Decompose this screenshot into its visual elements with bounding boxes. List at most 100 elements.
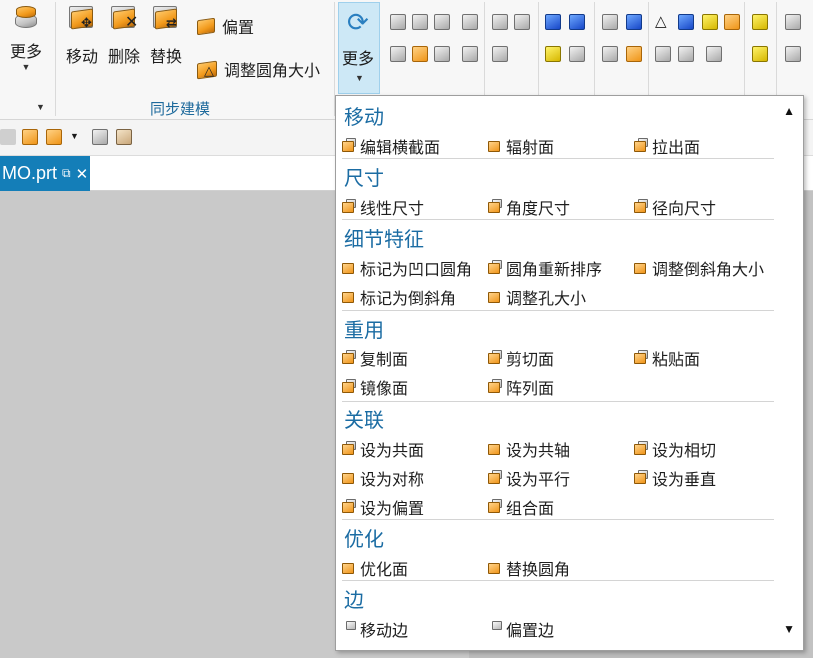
tool-note-icon[interactable]	[655, 46, 671, 62]
tool-arrow-icon[interactable]	[514, 14, 530, 30]
angular-dimension-item[interactable]: 角度尺寸	[487, 195, 570, 219]
tool-dim-icon[interactable]	[785, 46, 801, 62]
paste-face-item[interactable]: 粘贴面	[633, 346, 700, 370]
replace-label: 替换	[150, 49, 183, 66]
category-separator	[342, 580, 774, 581]
replace-face-button[interactable]: ⇄ 替换	[150, 4, 182, 67]
radial-dimension-icon	[633, 199, 649, 215]
tool-part-icon[interactable]	[752, 46, 768, 62]
tool-warning-icon[interactable]	[702, 14, 718, 30]
tool-table-icon[interactable]	[678, 14, 694, 30]
tool-pen-icon[interactable]	[569, 14, 585, 30]
tool-plane-icon[interactable]	[492, 46, 508, 62]
menu-item-label: 剪切面	[506, 352, 555, 369]
category-separator	[342, 519, 774, 520]
optimize-face-icon	[341, 560, 357, 576]
make-offset-item[interactable]: 设为偏置	[341, 495, 424, 519]
optimize-face-item[interactable]: 优化面	[341, 556, 408, 580]
edge-tool-icon[interactable]	[390, 14, 406, 30]
chevron-down-icon[interactable]: ▼	[70, 131, 79, 141]
delete-face-button[interactable]: ✕ 删除	[108, 4, 140, 67]
menu-item-label: 设为垂直	[652, 472, 717, 489]
paste-face-icon	[633, 350, 649, 366]
paint-tool-icon[interactable]	[412, 46, 428, 62]
move-edge-item[interactable]: 移动边	[341, 617, 408, 641]
resize-blend-button[interactable]: △ 调整圆角大小	[196, 57, 320, 81]
label-notch-blend-item[interactable]: 标记为凹口圆角	[341, 256, 472, 280]
reorder-blends-item[interactable]: 圆角重新排序	[487, 256, 602, 280]
make-perpendicular-item[interactable]: 设为垂直	[633, 466, 716, 490]
more-button-left[interactable]: 更多 ▼	[10, 4, 42, 72]
snap-point-icon[interactable]	[46, 129, 62, 145]
group-options-icon[interactable]: ▼	[36, 102, 45, 112]
tool-search-icon[interactable]	[724, 14, 740, 30]
tag-tool-icon[interactable]	[462, 14, 478, 30]
replace-blend-item[interactable]: 替换圆角	[487, 556, 570, 580]
make-tangent-item[interactable]: 设为相切	[633, 437, 716, 461]
label-chamfer-item[interactable]: 标记为倒斜角	[341, 285, 456, 309]
menu-item-label: 编辑横截面	[360, 140, 441, 157]
delete-face-icon: ✕	[109, 4, 139, 32]
resize-hole-item[interactable]: 调整孔大小	[487, 285, 586, 309]
offset-region-button[interactable]: 偏置	[196, 14, 254, 38]
triangle-icon[interactable]: △	[655, 12, 671, 30]
edit-section-face-item[interactable]: 编辑横截面	[341, 134, 440, 158]
menu-item-label: 复制面	[360, 352, 409, 369]
radiate-face-item[interactable]: 辐射面	[487, 134, 554, 158]
copy-face-item[interactable]: 复制面	[341, 346, 408, 370]
chevron-down-icon: ▼	[21, 62, 31, 72]
cut-face-item[interactable]: 剪切面	[487, 346, 554, 370]
layer-tool-icon[interactable]	[412, 14, 428, 30]
tool-panel-icon[interactable]	[602, 46, 618, 62]
move-face-icon: ✥	[67, 4, 97, 32]
select-body-icon[interactable]	[22, 129, 38, 145]
filter-icon[interactable]	[0, 129, 16, 145]
tool-fit-icon[interactable]	[706, 46, 722, 62]
tool-arrow-icon[interactable]	[492, 14, 508, 30]
curve-tool-icon[interactable]	[390, 46, 406, 62]
radial-dimension-item[interactable]: 径向尺寸	[633, 195, 716, 219]
resize-chamfer-item[interactable]: 调整倒斜角大小	[633, 256, 764, 280]
menu-item-label: 线性尺寸	[360, 201, 425, 218]
pull-face-item[interactable]: 拉出面	[633, 134, 700, 158]
make-parallel-icon	[487, 470, 503, 486]
tool-part-icon[interactable]	[752, 14, 768, 30]
tool-check-icon[interactable]	[602, 14, 618, 30]
copy-face-icon	[341, 350, 357, 366]
linear-dimension-item[interactable]: 线性尺寸	[341, 195, 424, 219]
hole-tool-icon[interactable]	[434, 46, 450, 62]
menu-item-label: 标记为倒斜角	[360, 291, 457, 308]
offset-edge-item[interactable]: 偏置边	[487, 617, 554, 641]
mirror-face-item[interactable]: 镜像面	[341, 375, 408, 399]
face-tool-icon[interactable]	[434, 14, 450, 30]
menu-item-label: 辐射面	[506, 140, 555, 157]
tool-coin-icon[interactable]	[545, 46, 561, 62]
menu-item-label: 移动边	[360, 623, 409, 640]
gear-icon[interactable]	[462, 46, 478, 62]
offset-edge-icon	[487, 621, 503, 637]
scroll-down-arrow[interactable]: ▼	[783, 622, 795, 636]
make-coplanar-item[interactable]: 设为共面	[341, 437, 424, 461]
tool-axis-icon[interactable]	[626, 46, 642, 62]
make-parallel-item[interactable]: 设为平行	[487, 466, 570, 490]
pattern-face-item[interactable]: 阵列面	[487, 375, 554, 399]
group-face-item[interactable]: 组合面	[487, 495, 554, 519]
document-tab[interactable]: MO.prt ⧉ ✕	[0, 156, 90, 191]
menu-item-label: 调整孔大小	[506, 291, 587, 308]
view-cube-icon[interactable]	[116, 129, 132, 145]
close-icon[interactable]: ✕	[76, 165, 89, 183]
tool-wrench-icon[interactable]	[569, 46, 585, 62]
scroll-up-arrow[interactable]: ▲	[783, 104, 795, 118]
move-face-button[interactable]: ✥ 移动	[66, 4, 98, 67]
tool-grid-icon[interactable]	[626, 14, 642, 30]
more-button-right[interactable]: ⟳ 更多 ▼	[338, 2, 380, 94]
tool-dim-icon[interactable]	[785, 14, 801, 30]
view-box-icon[interactable]	[92, 129, 108, 145]
popout-icon[interactable]: ⧉	[62, 166, 71, 181]
make-coaxial-item[interactable]: 设为共轴	[487, 437, 570, 461]
tool-measure-icon[interactable]	[678, 46, 694, 62]
tool-stack-icon[interactable]	[545, 14, 561, 30]
make-symmetric-item[interactable]: 设为对称	[341, 466, 424, 490]
resize-hole-icon	[487, 289, 503, 305]
menu-item-label: 设为偏置	[360, 501, 425, 518]
